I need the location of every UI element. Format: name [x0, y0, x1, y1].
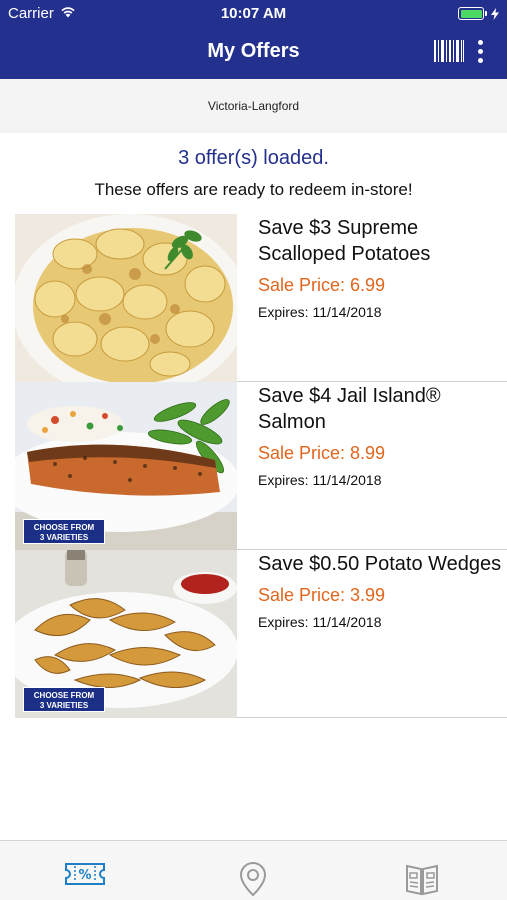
tab-bar: %	[0, 840, 507, 900]
barcode-button[interactable]	[434, 38, 464, 64]
nav-bar: My Offers	[0, 28, 507, 79]
offer-item[interactable]: CHOOSE FROM 3 VARIETIES Save $4 Jail Isl…	[15, 382, 507, 550]
store-name: Victoria-Langford	[207, 99, 300, 113]
badge-line: CHOOSE FROM	[33, 523, 95, 532]
svg-text:%: %	[78, 868, 91, 883]
status-bar: Carrier 10:07 AM	[0, 0, 507, 28]
badge-line: CHOOSE FROM	[33, 691, 95, 700]
scalloped-potatoes-image	[15, 214, 237, 382]
offer-expiry: Expires: 11/14/2018	[258, 614, 382, 630]
tab-flyer[interactable]	[404, 861, 440, 900]
offer-price: Sale Price: 3.99	[258, 585, 386, 605]
offers-count: 3 offer(s) loaded.	[178, 147, 329, 169]
barcode-icon	[434, 40, 464, 62]
flyer-icon	[406, 864, 438, 896]
status-time: 10:07 AM	[220, 5, 287, 22]
more-vertical-icon	[477, 39, 483, 45]
charging-bolt-icon	[491, 7, 499, 20]
badge-line: 3 VARIETIES	[39, 533, 89, 542]
offer-title: Save $0.50 Potato Wedges	[258, 553, 502, 575]
offer-list: Save $3 Supreme Scalloped Potatoes Sale …	[15, 214, 507, 718]
variety-badge: CHOOSE FROM 3 VARIETIES	[23, 687, 105, 712]
offer-item[interactable]: Save $3 Supreme Scalloped Potatoes Sale …	[15, 214, 507, 382]
tab-stores[interactable]	[238, 861, 268, 900]
offer-price: Sale Price: 6.99	[258, 275, 386, 295]
offer-details: Save $4 Jail Island® Salmon Sale Price: …	[258, 382, 503, 488]
store-selector[interactable]: Victoria-Langford	[0, 79, 507, 133]
more-options-button[interactable]	[470, 36, 490, 66]
battery-icon	[458, 7, 499, 20]
badge-line: 3 VARIETIES	[39, 701, 89, 710]
offer-details: Save $3 Supreme Scalloped Potatoes Sale …	[258, 214, 503, 320]
store-location-icon	[239, 861, 267, 897]
offer-expiry: Expires: 11/14/2018	[258, 472, 382, 488]
offer-details: Save $0.50 Potato Wedges Sale Price: 3.9…	[258, 550, 503, 630]
variety-badge: CHOOSE FROM 3 VARIETIES	[23, 519, 105, 544]
page-title: My Offers	[207, 40, 300, 62]
tab-offers[interactable]: %	[64, 861, 106, 892]
offer-expiry: Expires: 11/14/2018	[258, 304, 382, 320]
offer-title: Save $3 Supreme Scalloped Potatoes	[258, 217, 431, 265]
offer-title: Save $4 Jail Island® Salmon	[258, 385, 441, 433]
salmon-image: CHOOSE FROM 3 VARIETIES	[15, 382, 237, 550]
offer-price: Sale Price: 8.99	[258, 443, 386, 463]
potato-wedges-image: CHOOSE FROM 3 VARIETIES	[15, 550, 237, 718]
offer-item[interactable]: CHOOSE FROM 3 VARIETIES Save $0.50 Potat…	[15, 550, 507, 718]
offers-subtitle: These offers are ready to redeem in-stor…	[94, 180, 413, 199]
offers-ticket-icon: %	[65, 863, 105, 885]
